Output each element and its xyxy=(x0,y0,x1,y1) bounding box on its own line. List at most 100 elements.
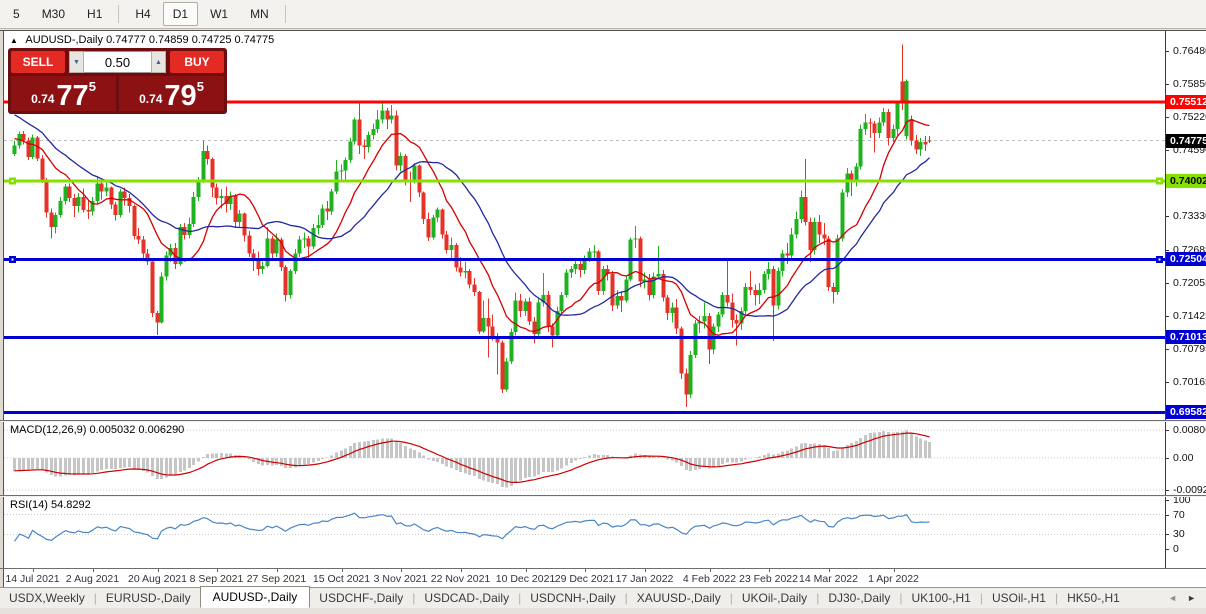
chart-tab-audusd[interactable]: AUDUSD-,Daily xyxy=(199,586,311,608)
axis-tick-mark xyxy=(1166,458,1169,459)
candle-body xyxy=(113,204,118,216)
candle-body xyxy=(587,251,592,259)
candle-body xyxy=(435,209,440,218)
tab-scroll-right-icon[interactable]: ► xyxy=(1187,593,1196,603)
axis-tick-mark xyxy=(1166,515,1169,516)
chart-tab-xauusd[interactable]: XAUUSD-,Daily xyxy=(628,588,730,608)
axis-tick-mark xyxy=(1166,216,1169,217)
axis-tick-mark xyxy=(1166,349,1169,350)
candle-body xyxy=(679,328,684,374)
candle-body xyxy=(288,271,293,296)
candle-body xyxy=(725,295,730,303)
chart-tab-eurusd[interactable]: EURUSD-,Daily xyxy=(97,588,200,608)
axis-tick-mark xyxy=(1166,534,1169,535)
volume-input[interactable] xyxy=(84,51,151,73)
chart-tab-ukoil[interactable]: UKOil-,Daily xyxy=(733,588,816,608)
timeframe-button-d1[interactable]: D1 xyxy=(162,2,199,26)
candle-body xyxy=(159,276,164,323)
candle-body xyxy=(748,286,753,290)
candle-body xyxy=(831,286,836,293)
candle-body xyxy=(196,181,201,197)
candle-body xyxy=(463,271,468,273)
line-handle-dot xyxy=(11,258,14,261)
candle-body xyxy=(357,119,362,146)
candle-body xyxy=(707,316,712,350)
sell-price-display[interactable]: 0.74 77 5 xyxy=(11,76,116,111)
chart-tab-usdchf[interactable]: USDCHF-,Daily xyxy=(310,588,412,608)
candle-body xyxy=(826,238,831,287)
one-click-collapse-icon[interactable]: ▲ xyxy=(10,36,18,45)
chart-tab-usdcnh[interactable]: USDCNH-,Daily xyxy=(521,588,624,608)
price-line-badge: 0.71013 xyxy=(1166,330,1206,344)
chart-tab-usdx[interactable]: USDX,Weekly xyxy=(0,588,94,608)
price-axis[interactable]: 0.764800.758500.752200.745900.733300.726… xyxy=(1166,31,1206,568)
candle-body xyxy=(481,318,486,332)
price-tick-label: 0.76480 xyxy=(1173,45,1206,57)
price-tick-label: 70 xyxy=(1173,509,1185,521)
chart-tab-dj30[interactable]: DJ30-,Daily xyxy=(819,588,899,608)
price-tick-label: 0.71425 xyxy=(1173,310,1206,322)
tab-scroll-arrows: ◄ ► xyxy=(1158,593,1206,603)
candle-body xyxy=(766,269,771,275)
volume-increase-button[interactable]: ▲ xyxy=(151,51,166,73)
price-tick-label: 0 xyxy=(1173,543,1179,555)
candle-body xyxy=(716,314,721,327)
tab-scroll-left-icon[interactable]: ◄ xyxy=(1168,593,1177,603)
candle-body xyxy=(633,238,638,240)
price-tick-label: 0.00 xyxy=(1173,452,1194,464)
date-tick-mark xyxy=(216,569,218,572)
timeframe-button-h4[interactable]: H4 xyxy=(125,2,160,26)
candle-body xyxy=(891,128,896,139)
candle-body xyxy=(283,266,288,296)
date-label: 1 Apr 2022 xyxy=(868,573,919,585)
axis-tick-mark xyxy=(1166,316,1169,317)
line-handle-dot xyxy=(1158,180,1161,183)
buy-button[interactable]: BUY xyxy=(170,51,224,73)
candle-body xyxy=(927,140,932,142)
candle-body xyxy=(720,295,725,315)
candle-body xyxy=(21,134,26,141)
timeframe-button-w1[interactable]: W1 xyxy=(200,2,238,26)
date-tick-mark xyxy=(341,569,343,572)
candle-body xyxy=(513,300,518,332)
timeframe-button-h1[interactable]: H1 xyxy=(77,2,112,26)
timeframe-button-5[interactable]: 5 xyxy=(3,2,30,26)
chart-symbol-header: ▲ AUDUSD-,Daily 0.74777 0.74859 0.74725 … xyxy=(10,34,274,46)
date-axis[interactable]: 14 Jul 2021 2 Aug 2021 20 Aug 2021 8 Sep 20… xyxy=(4,569,1166,587)
candle-body xyxy=(44,180,49,213)
candle-body xyxy=(30,137,35,158)
chart-tab-uk100[interactable]: UK100-,H1 xyxy=(902,588,979,608)
rsi-indicator-label: RSI(14) 54.8292 xyxy=(10,499,91,511)
toolbar-separator xyxy=(284,5,286,23)
chart-tab-usoil[interactable]: USOil-,H1 xyxy=(983,588,1055,608)
chart-tab-usdcad[interactable]: USDCAD-,Daily xyxy=(415,588,518,608)
candle-body xyxy=(265,238,270,266)
date-tick-mark xyxy=(768,569,770,572)
volume-decrease-button[interactable]: ▼ xyxy=(69,51,84,73)
candle-body xyxy=(845,173,850,193)
candle-body xyxy=(247,235,252,254)
candle-body xyxy=(449,244,454,251)
candle-body xyxy=(426,218,431,238)
candle-body xyxy=(316,225,321,229)
date-label: 8 Sep 2021 xyxy=(189,573,244,585)
date-label: 2 Aug 2021 xyxy=(65,573,120,585)
candle-body xyxy=(132,206,137,237)
candle-body xyxy=(757,289,762,296)
date-tick-mark xyxy=(525,569,527,572)
chart-tab-hk50[interactable]: HK50-,H1 xyxy=(1058,588,1129,608)
candle-body xyxy=(573,263,578,270)
axis-border xyxy=(1165,31,1166,568)
timeframe-button-m30[interactable]: M30 xyxy=(32,2,75,26)
candle-body xyxy=(306,238,311,247)
candle-body xyxy=(86,209,91,212)
sell-price-main: 77 xyxy=(56,80,89,113)
timeframe-button-mn[interactable]: MN xyxy=(240,2,279,26)
candle-body xyxy=(440,209,445,235)
sell-button[interactable]: SELL xyxy=(11,51,65,73)
candle-body xyxy=(12,145,17,154)
panel-splitter-light xyxy=(0,496,1206,497)
candle-body xyxy=(270,238,275,254)
line-handle-dot xyxy=(11,180,14,183)
buy-price-display[interactable]: 0.74 79 5 xyxy=(119,76,224,111)
